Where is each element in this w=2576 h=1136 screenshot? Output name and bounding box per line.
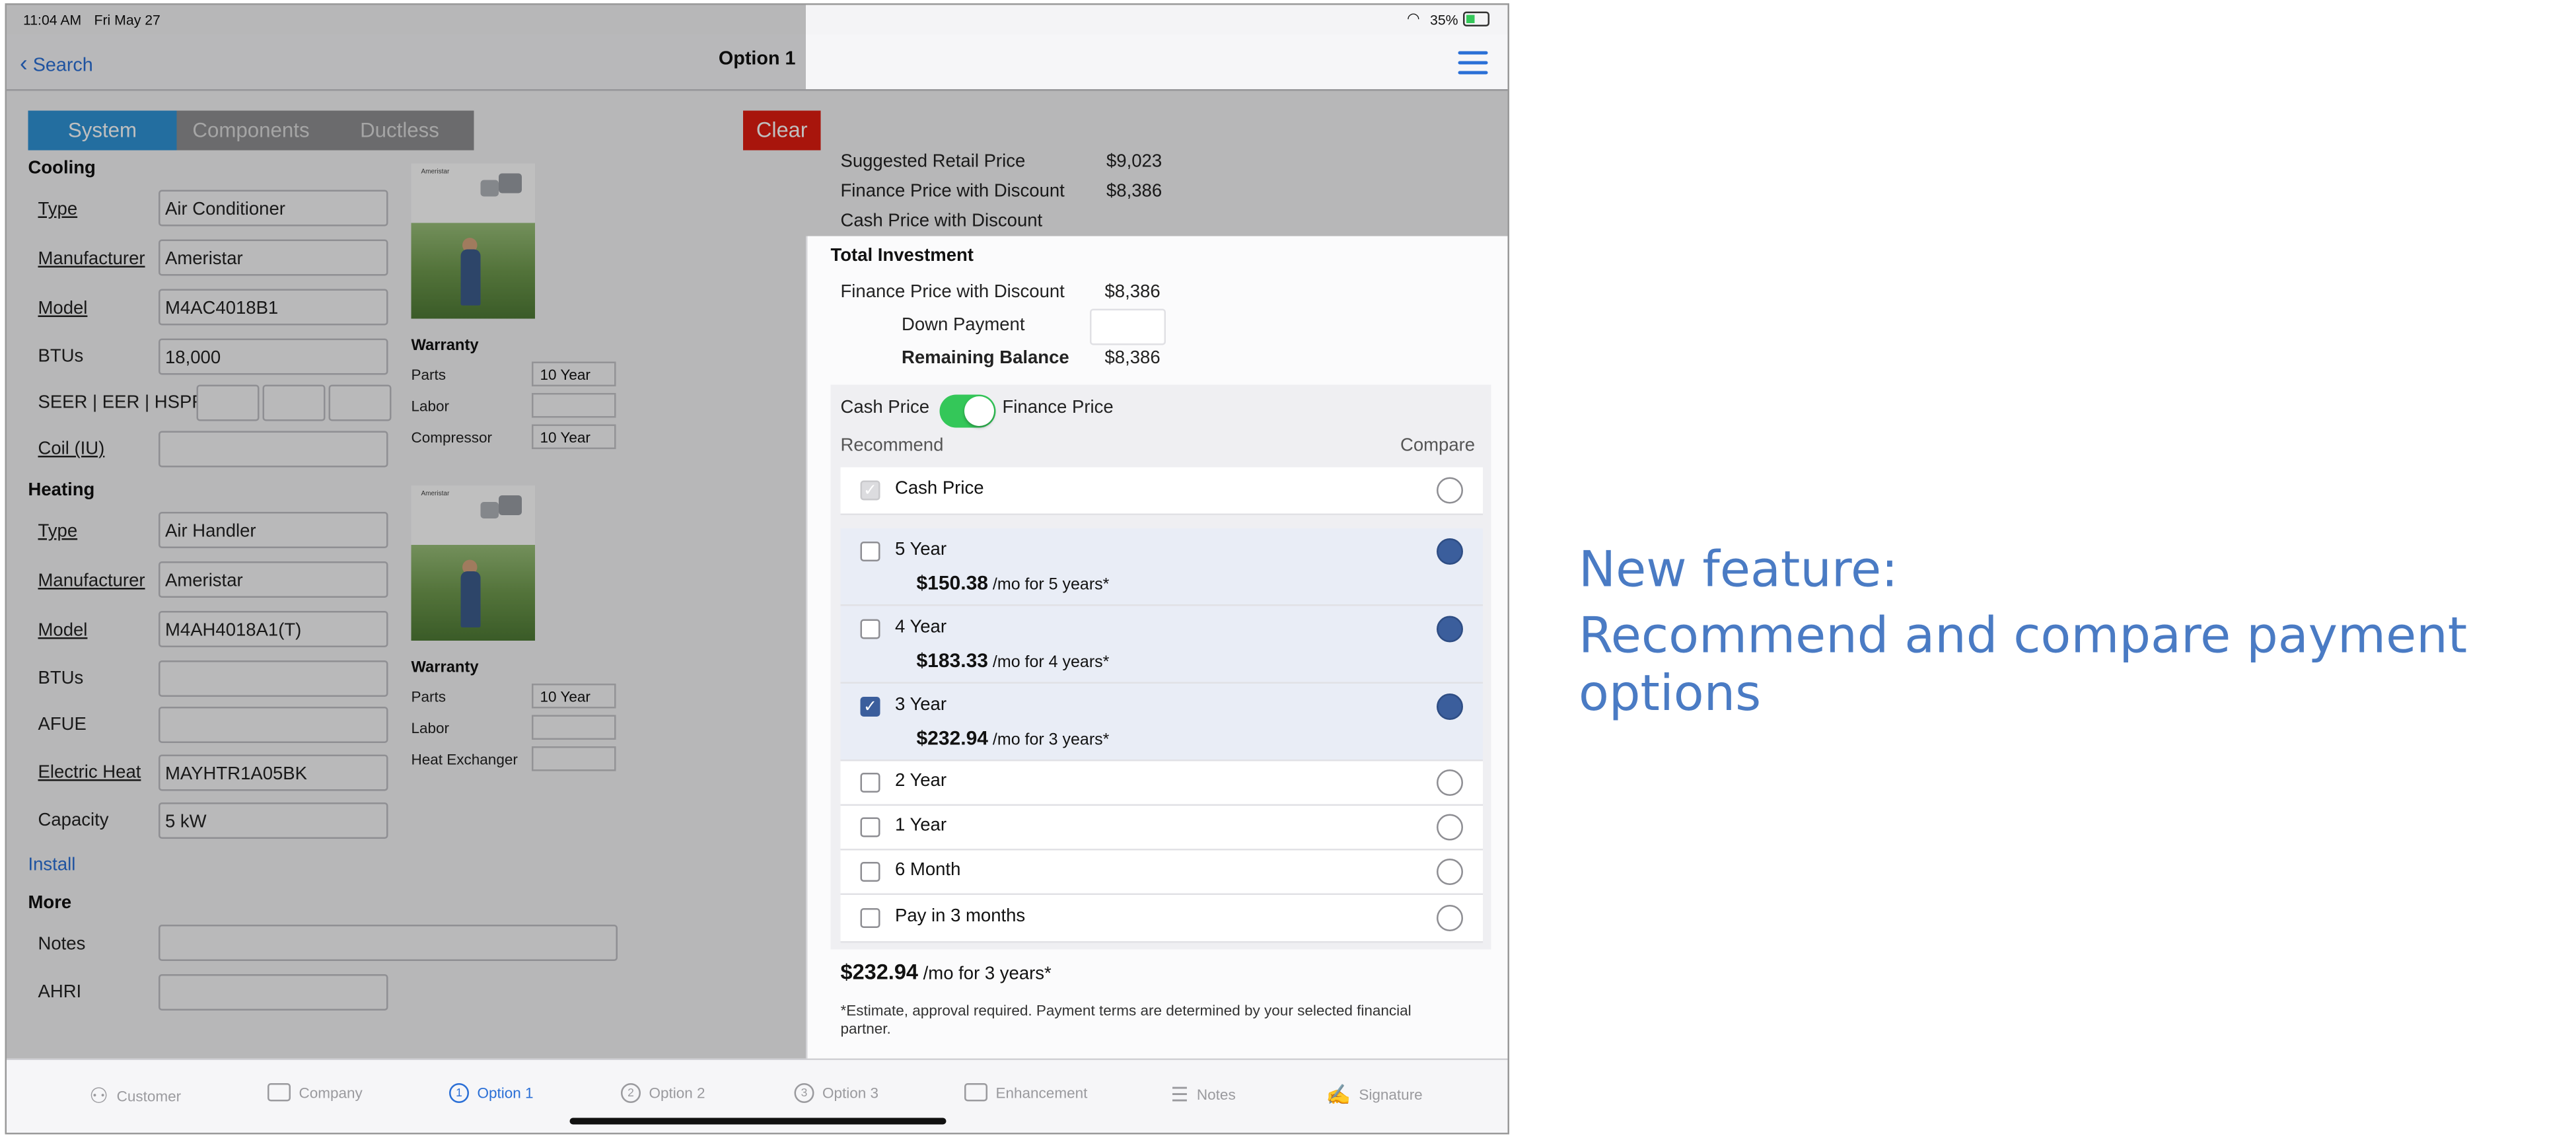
compare-header: Compare	[1400, 436, 1476, 456]
down-payment-label: Down Payment	[902, 315, 1025, 336]
compare-radio[interactable]	[1437, 859, 1463, 885]
summary-amount: $232.94	[840, 959, 919, 985]
dim-overlay-left	[7, 5, 806, 1133]
list-icon: ☰	[1170, 1083, 1189, 1106]
tab-enhancement[interactable]: Enhancement	[964, 1083, 1087, 1102]
compare-radio[interactable]	[1437, 814, 1463, 841]
monthly-term: /mo for 5 years*	[992, 576, 1110, 595]
monthly-term: /mo for 4 years*	[992, 654, 1110, 672]
recommend-header: Recommend	[840, 436, 944, 456]
tab-label: Option 1	[477, 1084, 534, 1102]
tab-label: Option 3	[822, 1084, 879, 1102]
monthly-payment: $183.33 /mo for 4 years*	[917, 649, 1110, 672]
battery-percent: 35%	[1430, 11, 1458, 28]
option-label: Pay in 3 months	[895, 906, 1026, 927]
tab-customer[interactable]: ⚇ Customer	[89, 1083, 181, 1110]
recommend-checkbox[interactable]: ✓	[860, 697, 880, 717]
compare-radio[interactable]	[1437, 538, 1463, 565]
tab-option-1[interactable]: 1 Option 1	[449, 1083, 534, 1103]
option-label: Cash Price	[895, 479, 984, 499]
option-row-5-year[interactable]: 5 Year $150.38 /mo for 5 years*	[840, 528, 1483, 606]
remaining-balance-value: $8,386	[1104, 348, 1161, 369]
recommend-checkbox[interactable]: ✓	[860, 480, 880, 501]
recommend-checkbox[interactable]	[860, 773, 880, 793]
tab-label: Customer	[116, 1088, 182, 1105]
option-row-cash[interactable]: ✓ Cash Price	[840, 467, 1483, 515]
price-mode-toggle[interactable]	[939, 394, 996, 428]
number-3-icon: 3	[794, 1083, 814, 1103]
compare-radio[interactable]	[1437, 616, 1463, 643]
wifi-icon: ◠	[1407, 10, 1420, 26]
recommend-checkbox[interactable]	[860, 817, 880, 837]
option-row-3-year[interactable]: ✓ 3 Year $232.94 /mo for 3 years*	[840, 684, 1483, 762]
tab-label: Notes	[1196, 1086, 1236, 1103]
summary-term: /mo for 3 years*	[923, 964, 1052, 984]
option-label: 4 Year	[895, 618, 947, 637]
option-label: 5 Year	[895, 540, 947, 560]
option-row-4-year[interactable]: 4 Year $183.33 /mo for 4 years*	[840, 606, 1483, 684]
monthly-term: /mo for 3 years*	[992, 731, 1110, 750]
cash-price-toggle-label: Cash Price	[840, 398, 929, 418]
summary-payment: $232.94 /mo for 3 years*	[841, 960, 1052, 985]
home-indicator	[569, 1118, 947, 1125]
option-row-2-year[interactable]: 2 Year	[840, 761, 1483, 806]
tab-label: Company	[299, 1084, 363, 1101]
dim-overlay-top	[806, 89, 1508, 236]
number-1-icon: 1	[449, 1083, 469, 1103]
tab-notes[interactable]: ☰ Notes	[1171, 1083, 1236, 1106]
ipad-screen: 11:04 AM Fri May 27 ◠ 35% ‹ Search Optio…	[5, 3, 1509, 1135]
monthly-amount: $183.33	[916, 649, 988, 672]
option-row-pay-in-3[interactable]: Pay in 3 months	[840, 895, 1483, 943]
recommend-checkbox[interactable]	[860, 908, 880, 928]
tab-company[interactable]: Company	[268, 1083, 363, 1102]
tab-label: Signature	[1359, 1086, 1423, 1103]
menu-icon[interactable]	[1458, 51, 1488, 81]
tab-signature[interactable]: ✍ Signature	[1326, 1083, 1423, 1106]
finance-price-label: Finance Price with Discount	[840, 282, 1065, 302]
compare-radio[interactable]	[1437, 905, 1463, 931]
invoice-icon	[964, 1083, 987, 1102]
recommend-checkbox[interactable]	[860, 619, 880, 639]
option-row-1-year[interactable]: 1 Year	[840, 806, 1483, 851]
recommend-checkbox[interactable]	[860, 862, 880, 882]
option-label: 1 Year	[895, 816, 947, 835]
compare-radio[interactable]	[1437, 693, 1463, 720]
monthly-amount: $232.94	[916, 727, 988, 750]
compare-radio[interactable]	[1437, 769, 1463, 796]
remaining-balance-label: Remaining Balance	[902, 348, 1069, 369]
tab-option-3[interactable]: 3 Option 3	[794, 1083, 879, 1103]
option-label: 3 Year	[895, 695, 947, 715]
finance-price-toggle-label: Finance Price	[1002, 398, 1114, 418]
compare-radio[interactable]	[1437, 477, 1463, 504]
person-icon: ⚇	[89, 1083, 109, 1108]
tab-option-2[interactable]: 2 Option 2	[621, 1083, 705, 1103]
monthly-payment: $232.94 /mo for 3 years*	[917, 727, 1110, 750]
recommend-checkbox[interactable]	[860, 542, 880, 561]
down-payment-field[interactable]	[1090, 308, 1166, 345]
truck-icon	[268, 1083, 291, 1102]
disclaimer: *Estimate, approval required. Payment te…	[840, 1002, 1412, 1038]
total-investment-title: Total Investment	[830, 246, 974, 266]
option-label: 2 Year	[895, 771, 947, 791]
finance-price-value: $8,386	[1104, 282, 1161, 302]
battery-icon	[1463, 11, 1489, 26]
tab-label: Enhancement	[995, 1084, 1088, 1101]
option-row-6-month[interactable]: 6 Month	[840, 850, 1483, 895]
number-2-icon: 2	[621, 1083, 641, 1103]
caption-line-2: Recommend and compare payment options	[1579, 608, 2468, 723]
monthly-payment: $150.38 /mo for 5 years*	[917, 571, 1110, 594]
option-label: 6 Month	[895, 860, 961, 880]
tab-label: Option 2	[649, 1084, 705, 1102]
signature-icon: ✍	[1326, 1083, 1351, 1106]
caption-line-1: New feature:	[1579, 542, 1898, 600]
monthly-amount: $150.38	[916, 571, 988, 594]
